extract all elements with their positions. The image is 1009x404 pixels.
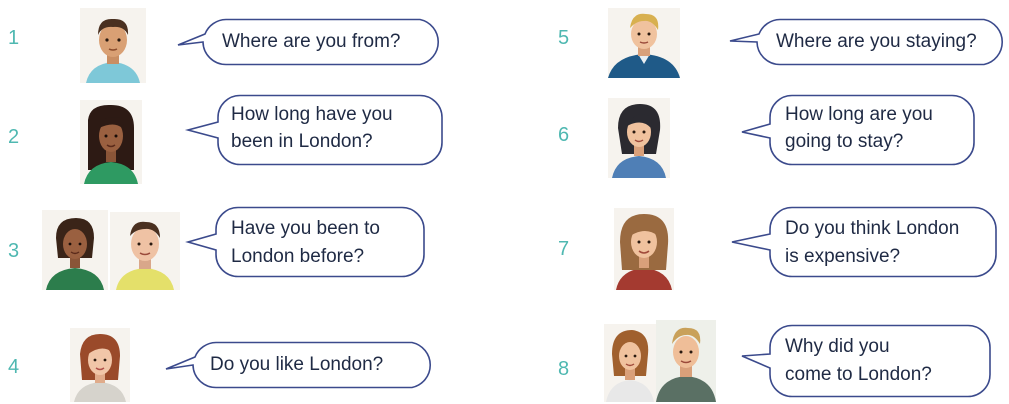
woman-avatar-icon [608, 98, 670, 178]
question-text-line-1: Do you think London [785, 218, 960, 239]
question-number: 5 [558, 27, 570, 49]
woman-avatar-icon [70, 328, 130, 402]
question-number: 4 [8, 356, 20, 378]
question-text-line-1: Have you been to [231, 218, 380, 239]
woman-avatar-icon [614, 208, 674, 290]
question-text-line-2: London before? [231, 246, 365, 267]
question-text: Where are you from? [222, 31, 401, 52]
question-text-line-2: been in London? [231, 131, 373, 152]
question-number: 2 [8, 126, 20, 148]
question-text-line-2: is expensive? [785, 246, 901, 267]
question-text-line-1: How long have you [231, 104, 393, 125]
question-number: 8 [558, 358, 570, 380]
woman-avatar-icon [42, 210, 108, 290]
question-text: Where are you staying? [776, 31, 977, 52]
question-text-line-2: going to stay? [785, 131, 904, 152]
question-text-line-2: come to London? [785, 364, 932, 385]
question-text-line-1: How long are you [785, 104, 933, 125]
question-text-line-1: Why did you [785, 336, 890, 357]
question-text: Do you like London? [210, 354, 384, 375]
woman-avatar-icon [604, 324, 656, 402]
question-number: 6 [558, 124, 570, 146]
man-avatar-icon [608, 8, 680, 78]
man-avatar-icon [80, 8, 146, 83]
question-number: 7 [558, 238, 570, 260]
question-number: 3 [8, 240, 20, 262]
woman-avatar-icon [80, 100, 142, 184]
man-avatar-icon [656, 320, 716, 402]
man-avatar-icon [110, 212, 180, 290]
question-number: 1 [8, 27, 20, 49]
